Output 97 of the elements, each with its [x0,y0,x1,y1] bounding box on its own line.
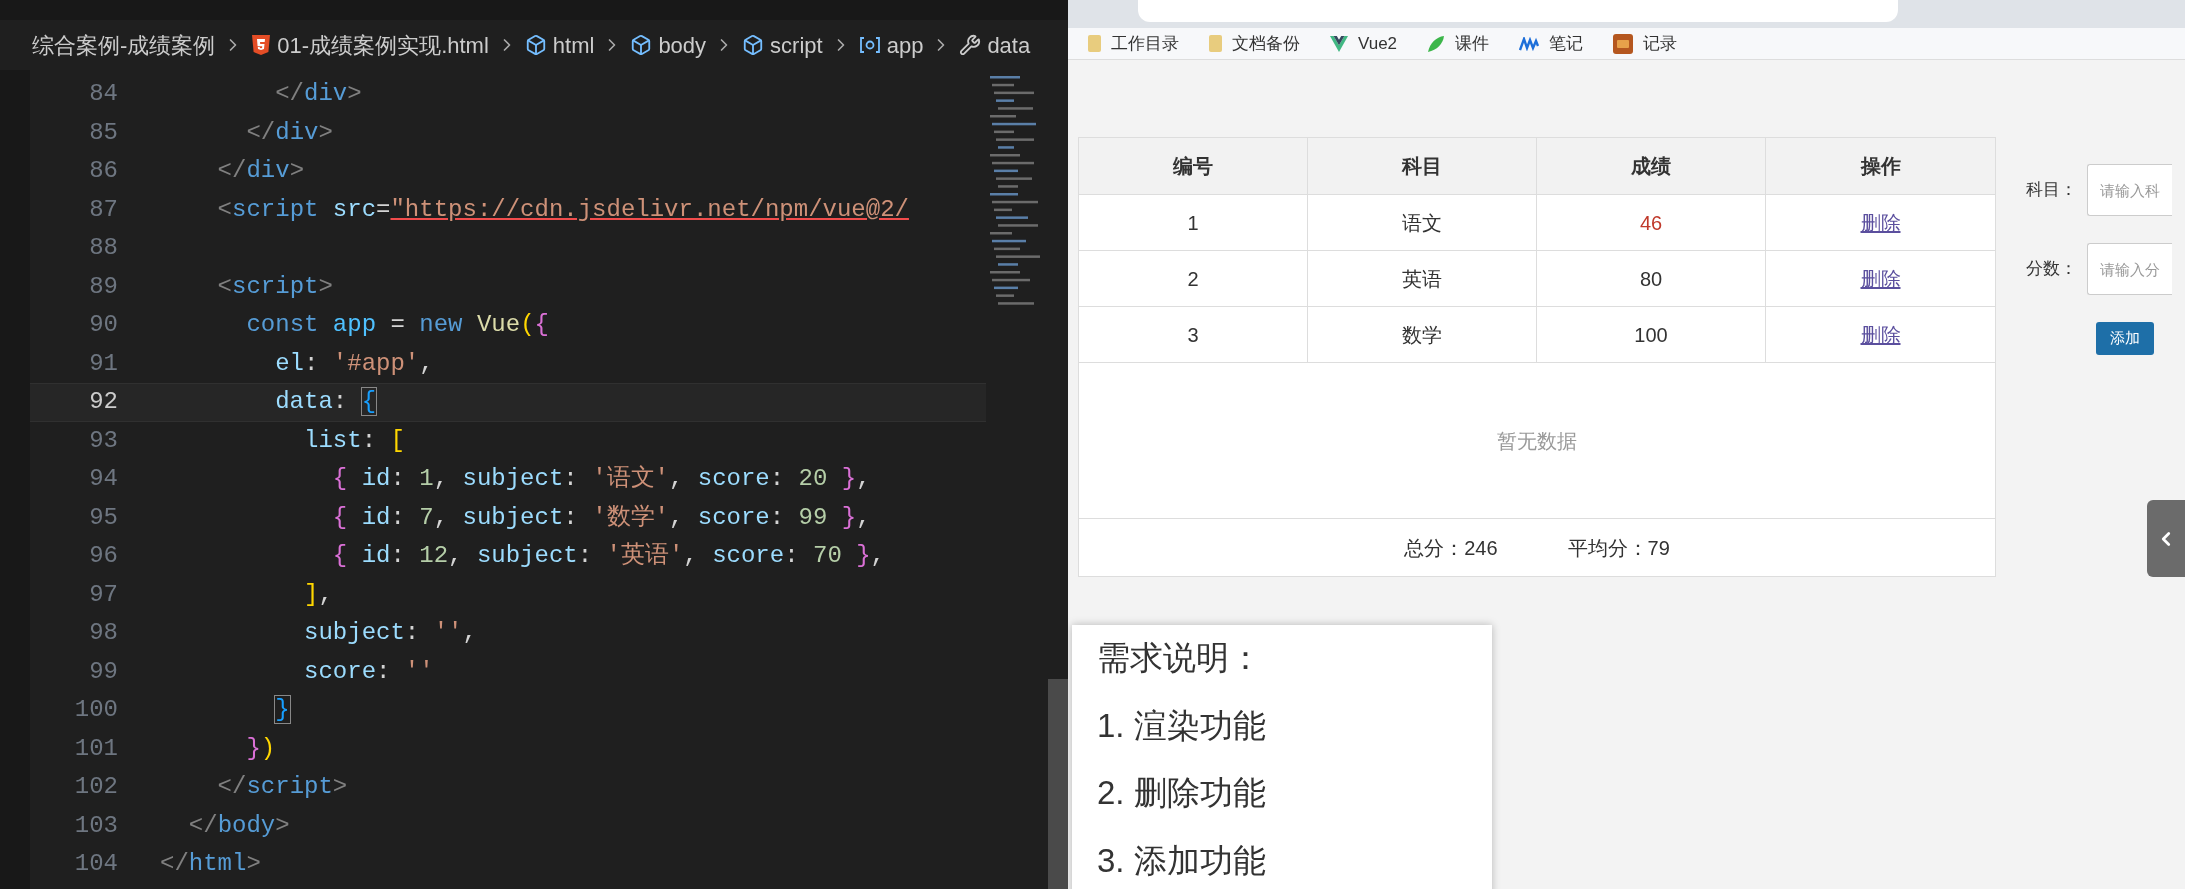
input-field[interactable]: 请输入分 [2087,243,2172,295]
breadcrumb-item[interactable]: app [858,28,924,62]
cube-icon [524,34,547,56]
requirement-item: 2. 删除功能 [1097,773,1267,813]
requirement-item: 1. 渲染功能 [1097,705,1267,746]
input-field[interactable]: 请输入科 [2087,164,2172,216]
squiggle-icon [1519,36,1540,51]
column-header: 科目 [1402,154,1442,179]
line-number: 91 [88,348,118,379]
delete-link[interactable]: 删除 [1860,207,1901,238]
bookmark[interactable]: Vue2 [1330,30,1398,57]
code-line: data: { [274,387,377,418]
code-line: { id: 7, subject: '数学', score: 99 }, [331,502,871,533]
leaf-icon [1427,34,1446,53]
line-number: 93 [88,425,118,456]
variable-icon [858,36,881,54]
code-line: { id: 1, subject: '语文', score: 20 }, [331,464,871,495]
field-label: 科目： [2026,179,2077,202]
table-cell-text: 英语 [1402,266,1442,292]
cube-icon [630,34,653,56]
code-line: </div> [274,79,362,110]
code-line: </script> [216,772,348,803]
bookmark[interactable]: 文档备份 [1209,30,1300,57]
html-file-icon [251,34,272,56]
field-label: 分数： [2026,258,2077,281]
line-number: 84 [88,79,118,110]
breadcrumb-item[interactable]: 01-成绩案例实现.html [251,28,489,62]
folder-icon [1088,35,1101,52]
bookmark[interactable]: 记录 [1613,30,1678,57]
code-line: </html> [160,849,261,880]
wrench-icon [959,34,982,56]
breadcrumb-item[interactable]: 综合案例-成绩案例 [32,28,216,62]
column-header: 操作 [1860,154,1901,179]
table-cell-text: 2 [1187,266,1199,292]
delete-link[interactable]: 删除 [1860,263,1901,294]
table-cell-text: 80 [1639,266,1663,292]
code-line: <script> [216,271,333,302]
line-number: 99 [88,656,118,687]
scrollbar-thumb[interactable] [1048,679,1068,889]
total-score: 总分：246 [1404,535,1498,561]
requirement-item: 3. 添加功能 [1097,840,1267,881]
table-cell-text: 46 [1639,210,1663,236]
line-number: 92 [88,387,118,418]
line-number: 85 [88,117,118,148]
empty-message: 暂无数据 [1497,428,1577,454]
line-number: 89 [88,271,118,302]
code-line: </div> [216,156,305,187]
vue-logo-icon [1330,35,1348,52]
line-number: 88 [88,233,118,264]
folder-icon [1209,35,1222,52]
line-number: 87 [88,194,118,225]
table-cell-text: 语文 [1402,210,1442,236]
line-number: 95 [88,502,118,533]
address-bar[interactable] [1138,0,1898,22]
table-cell-text: 1 [1187,210,1199,236]
line-number: 100 [73,695,118,726]
requirements-title: 需求说明： [1097,638,1263,678]
line-number: 86 [88,156,118,187]
line-number: 103 [73,810,118,841]
bookmark[interactable]: 课件 [1427,30,1490,57]
code-line: subject: '', [303,618,477,649]
line-number: 96 [88,541,118,572]
breadcrumb-item[interactable]: data [959,28,1031,62]
code-line: score: '' [303,656,434,687]
line-number: 90 [88,310,118,341]
table-cell-text: 数学 [1402,322,1442,348]
bookmark[interactable]: 笔记 [1519,30,1584,57]
line-number: 94 [88,464,118,495]
line-number: 98 [88,618,118,649]
table-cell-text: 100 [1634,322,1668,348]
breadcrumb-item[interactable]: script [742,28,823,62]
average-score: 平均分：79 [1567,535,1670,561]
code-line: } [274,695,290,726]
column-header: 成绩 [1631,154,1671,179]
bookmark[interactable]: 工作目录 [1088,30,1179,57]
line-number: 97 [88,579,118,610]
column-header: 编号 [1173,154,1213,179]
add-button[interactable]: 添加 [2096,322,2154,355]
breadcrumb-item[interactable]: body [630,28,707,62]
code-line: </div> [245,117,333,148]
code-line: ], [303,579,333,610]
delete-link[interactable]: 删除 [1860,319,1901,350]
code-line: <script src="https://cdn.jsdelivr.net/npm/vue@2/ [216,194,909,225]
code-line: el: '#app', [274,348,434,379]
code-line: { id: 12, subject: '英语', score: 70 }, [331,541,885,572]
code-line: </body> [187,810,290,841]
line-number: 101 [73,733,118,764]
collapse-tab[interactable] [2147,500,2185,577]
breadcrumb-item[interactable]: html [524,28,595,62]
code-line: }) [245,733,276,764]
code-line: const app = new Vue({ [245,310,549,341]
square-icon [1613,33,1634,54]
line-number: 102 [73,772,118,803]
line-number: 104 [73,849,118,880]
cube-icon [742,34,765,56]
table-cell-text: 3 [1187,322,1199,348]
code-line: list: [ [303,425,405,456]
